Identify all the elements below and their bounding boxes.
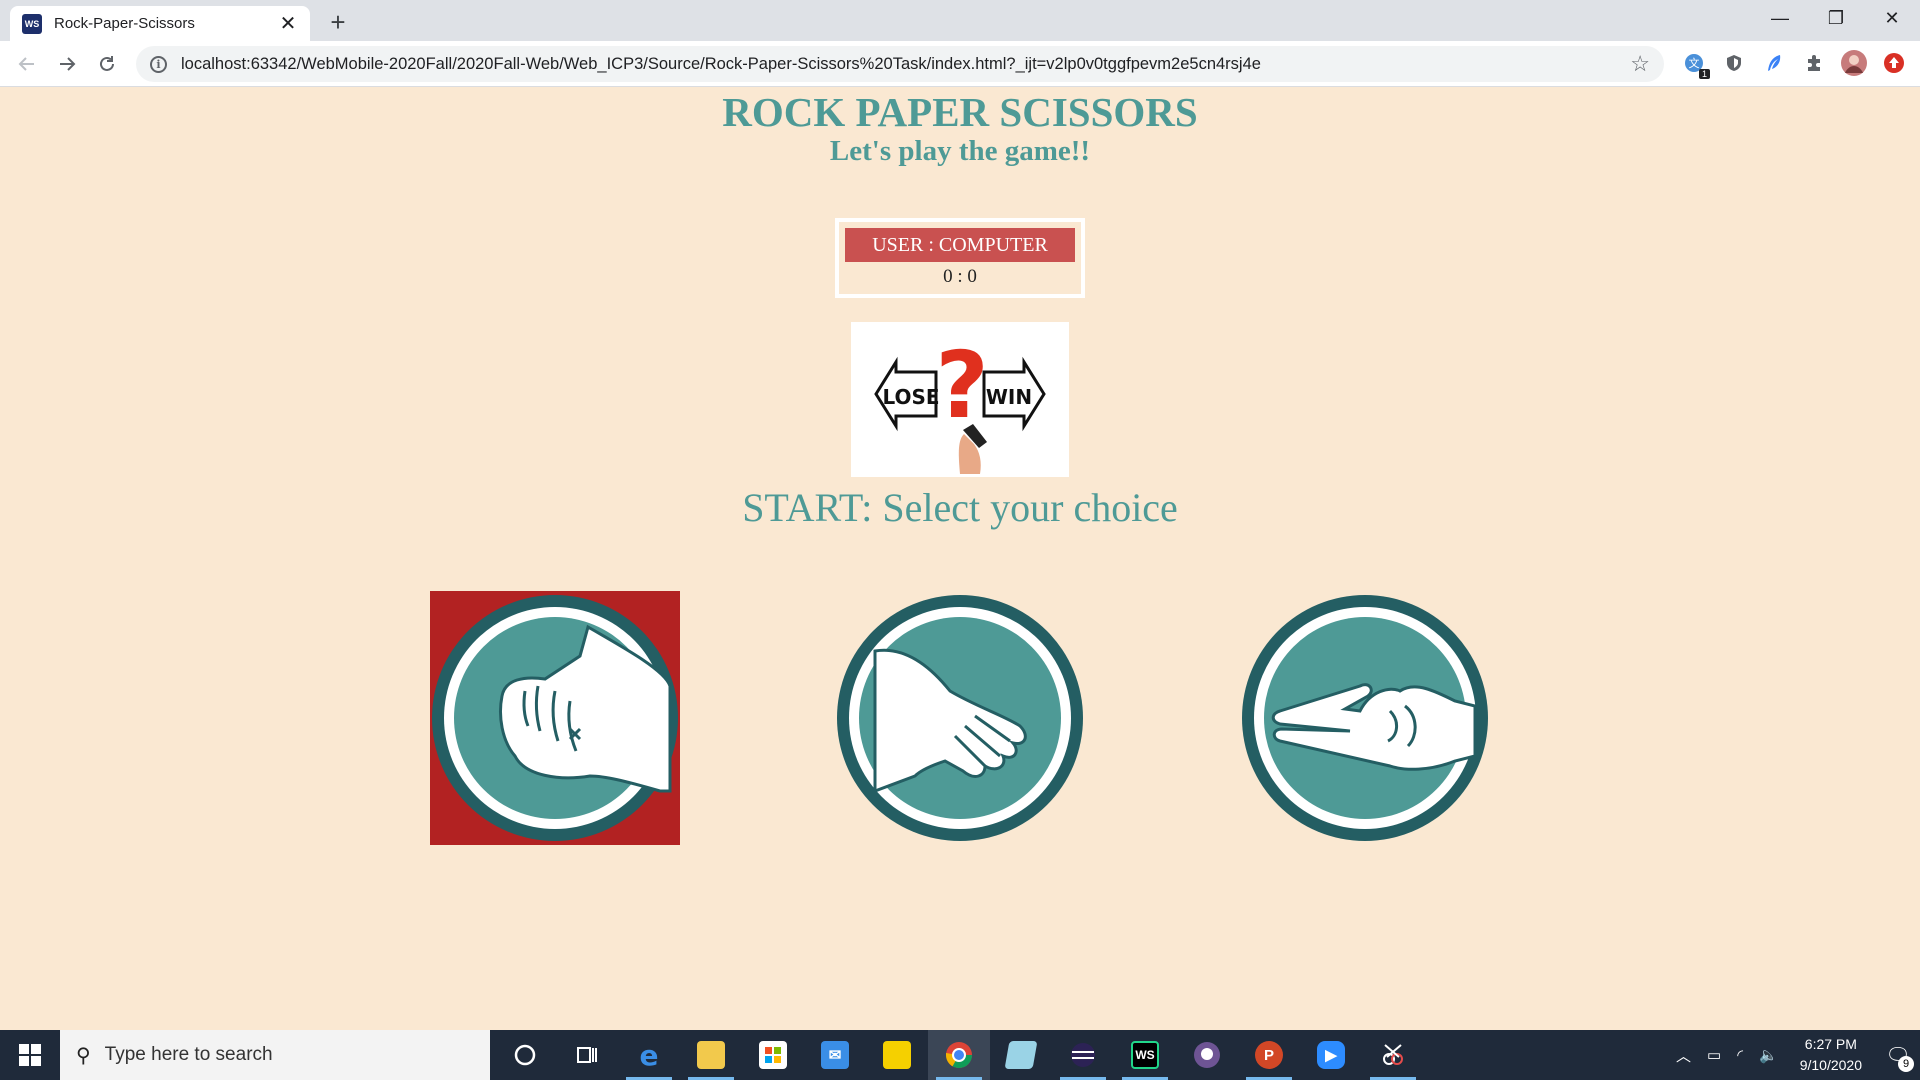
game-page: ROCK PAPER SCISSORS Let's play the game!…	[0, 88, 1920, 1030]
restore-button[interactable]: ❐	[1808, 0, 1864, 36]
translate-icon[interactable]: 文 1	[1680, 49, 1710, 79]
search-icon: ⚲	[76, 1044, 91, 1067]
wifi-icon[interactable]: ◜	[1737, 1046, 1743, 1064]
volume-icon[interactable]: 🔈	[1759, 1046, 1778, 1064]
back-button[interactable]	[12, 49, 42, 79]
notification-center-button[interactable]: 🗨 9	[1876, 1030, 1920, 1080]
new-tab-button[interactable]: +	[322, 6, 354, 38]
clock[interactable]: 6:27 PM 9/10/2020	[1800, 1034, 1862, 1076]
rock-fist-icon	[432, 595, 678, 841]
extension-badge: 1	[1698, 69, 1710, 79]
page-title: ROCK PAPER SCISSORS	[722, 89, 1198, 135]
taskbar-search-box[interactable]: ⚲ Type here to search	[60, 1030, 490, 1080]
powerpoint-icon[interactable]: P	[1238, 1030, 1300, 1080]
page-subtitle: Let's play the game!!	[829, 135, 1091, 167]
tab-strip: WS Rock-Paper-Scissors ✕ + — ❐ ✕	[0, 0, 1920, 41]
win-word: WIN	[986, 385, 1032, 409]
svg-text:文: 文	[1689, 56, 1700, 70]
zoom-icon[interactable]: ▶	[1300, 1030, 1362, 1080]
close-window-button[interactable]: ✕	[1864, 0, 1920, 36]
battery-icon[interactable]: ▭	[1707, 1046, 1721, 1064]
score-value: 0 : 0	[943, 266, 977, 287]
reload-button[interactable]	[92, 49, 122, 79]
edge-icon[interactable]: e	[618, 1030, 680, 1080]
store-icon[interactable]	[742, 1030, 804, 1080]
score-label: USER : COMPUTER	[845, 228, 1075, 262]
start-instruction: START: Select your choice	[742, 485, 1178, 530]
paper-hand-icon	[837, 595, 1083, 841]
scissors-hand-icon	[1242, 595, 1488, 841]
forward-button[interactable]	[52, 49, 82, 79]
clock-date: 9/10/2020	[1799, 1057, 1862, 1073]
webstorm-icon[interactable]: WS	[1114, 1030, 1176, 1080]
task-view-icon[interactable]	[556, 1030, 618, 1080]
snipping-tool-icon[interactable]	[1362, 1030, 1424, 1080]
reload-icon	[100, 56, 114, 71]
feather-icon[interactable]	[1760, 49, 1788, 77]
sticky-notes-icon[interactable]	[866, 1030, 928, 1080]
puzzle-icon[interactable]	[1800, 49, 1828, 77]
minimize-button[interactable]: —	[1752, 0, 1808, 36]
clock-time: 6:27 PM	[1804, 1036, 1857, 1052]
browser-tab[interactable]: WS Rock-Paper-Scissors ✕	[10, 6, 310, 41]
lose-word: LOSE	[882, 385, 939, 409]
question-mark: ?	[935, 332, 988, 439]
taskbar-apps: e ✉ WS P ▶	[494, 1030, 1424, 1080]
bookmark-star-icon[interactable]: ☆	[1630, 51, 1650, 77]
tab-close-icon[interactable]: ✕	[278, 11, 298, 36]
url-text[interactable]: localhost:63342/WebMobile-2020Fall/2020F…	[181, 55, 1630, 74]
file-explorer-icon[interactable]	[680, 1030, 742, 1080]
window-controls: — ❐ ✕	[1752, 0, 1920, 36]
shield-icon[interactable]	[1720, 49, 1748, 77]
windows-logo-icon	[19, 1044, 41, 1066]
update-icon[interactable]	[1880, 49, 1908, 77]
arrow-left-icon	[18, 57, 34, 71]
eclipse-icon[interactable]	[1052, 1030, 1114, 1080]
search-placeholder: Type here to search	[104, 1044, 273, 1065]
paper-choice-button[interactable]	[835, 591, 1085, 845]
browser-toolbar: i localhost:63342/WebMobile-2020Fall/202…	[0, 41, 1920, 87]
rock-choice-button[interactable]	[430, 591, 680, 845]
tab-title: Rock-Paper-Scissors	[54, 15, 195, 32]
scissors-choice-button[interactable]	[1240, 591, 1490, 845]
lose-win-image: LOSE WIN ?	[851, 322, 1069, 477]
chrome-icon[interactable]	[928, 1030, 990, 1080]
notification-count: 9	[1898, 1056, 1914, 1072]
windows-start-button[interactable]	[0, 1030, 60, 1080]
arrow-right-icon	[60, 57, 76, 71]
notepad-icon[interactable]	[990, 1030, 1052, 1080]
site-info-icon[interactable]: i	[150, 55, 167, 73]
system-tray: ︿ ▭ ◜ 🔈 6:27 PM 9/10/2020 🗨 9	[1668, 1030, 1920, 1080]
github-icon[interactable]	[1176, 1030, 1238, 1080]
webstorm-favicon-icon: WS	[22, 13, 42, 34]
chevron-up-icon[interactable]: ︿	[1676, 1045, 1691, 1066]
mail-icon[interactable]: ✉	[804, 1030, 866, 1080]
extensions-area: 文 1	[1680, 49, 1908, 79]
address-bar[interactable]: i localhost:63342/WebMobile-2020Fall/202…	[136, 46, 1664, 82]
windows-taskbar: ⚲ Type here to search e ✉ WS P ▶ ︿ ▭ ◜ 🔈…	[0, 1030, 1920, 1080]
cortana-icon[interactable]	[494, 1030, 556, 1080]
profile-avatar[interactable]	[1840, 49, 1868, 77]
scoreboard: USER : COMPUTER 0 : 0	[835, 218, 1085, 298]
